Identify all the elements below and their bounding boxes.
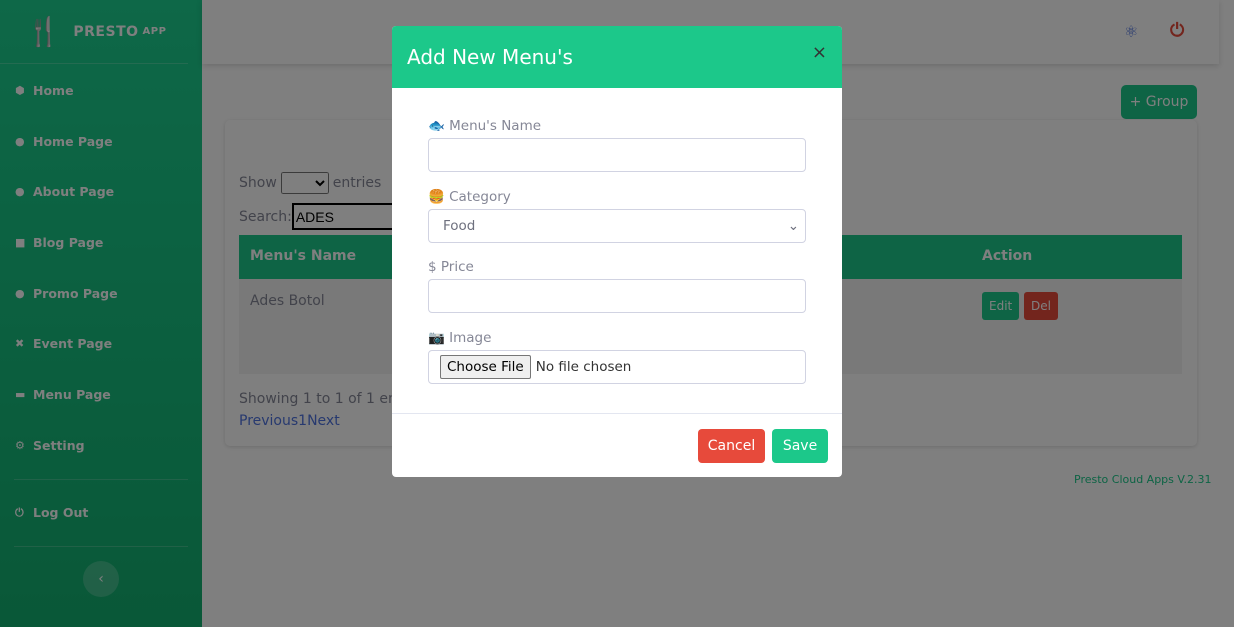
cancel-button[interactable]: Cancel — [698, 429, 765, 463]
save-button[interactable]: Save — [772, 429, 828, 463]
category-select[interactable]: Food ⌄ — [428, 209, 806, 243]
menu-name-label: Menu's Name — [449, 118, 542, 134]
image-label: Image — [449, 330, 492, 346]
price-input[interactable] — [428, 279, 806, 313]
dollar-icon: $ — [428, 259, 437, 275]
fish-icon: 🐟 — [428, 118, 445, 134]
category-value: Food — [443, 218, 476, 234]
close-icon[interactable]: × — [812, 42, 827, 63]
category-label: Category — [449, 189, 511, 205]
menu-name-input[interactable] — [428, 138, 806, 172]
price-label: Price — [440, 259, 474, 275]
choose-file-button[interactable]: Choose File — [440, 355, 531, 379]
add-menu-modal: Add New Menu's × 🐟 Menu's Name 🍔 Category… — [392, 26, 842, 477]
camera-icon: 📷 — [428, 330, 445, 346]
modal-title: Add New Menu's — [407, 45, 573, 69]
chevron-down-icon: ⌄ — [787, 218, 799, 234]
image-file-input[interactable]: Choose File No file chosen — [428, 350, 806, 384]
file-status: No file chosen — [535, 359, 632, 375]
hamburger-icon: 🍔 — [428, 189, 445, 205]
